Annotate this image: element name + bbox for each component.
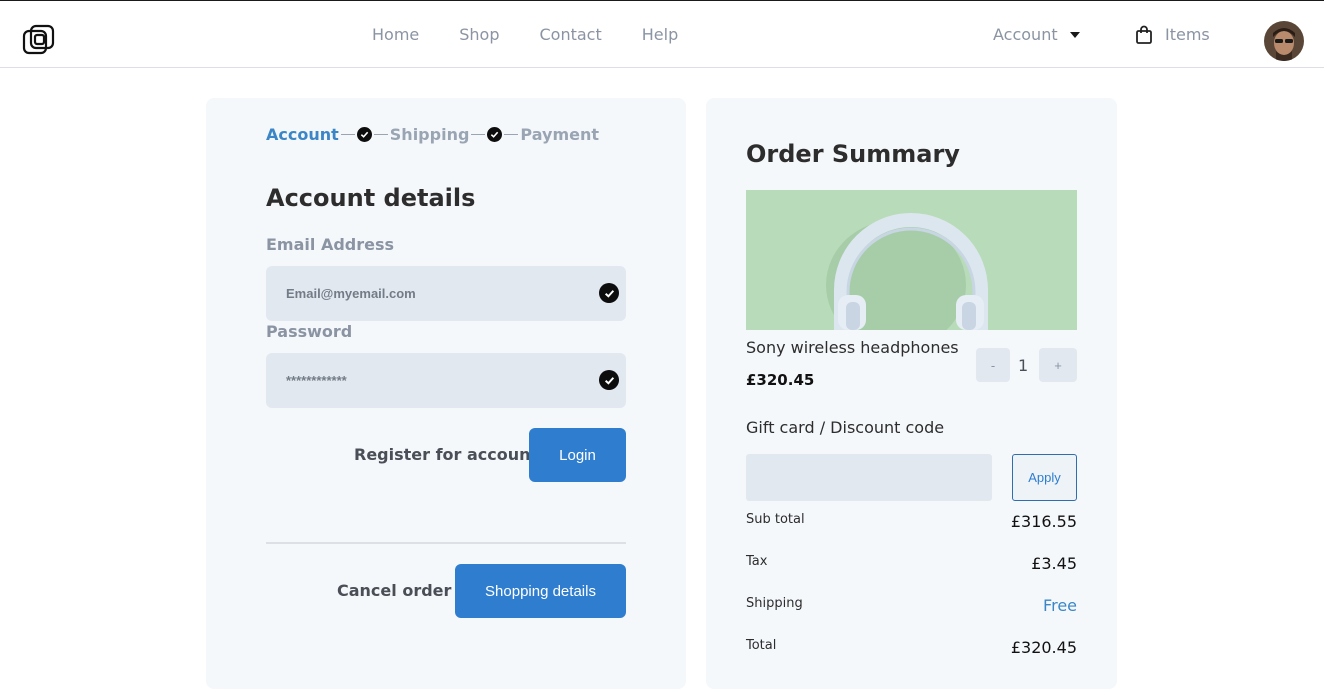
nav-home[interactable]: Home [372, 25, 419, 44]
nav-shop[interactable]: Shop [459, 25, 499, 44]
cart-label: Items [1165, 25, 1210, 44]
account-menu-label: Account [993, 25, 1058, 44]
shopping-details-button[interactable]: Shopping details [455, 564, 626, 618]
quantity-value: 1 [1018, 356, 1029, 375]
email-value: Email@myemail.com [286, 286, 416, 301]
checkout-steps: Account Shipping Payment [266, 125, 599, 144]
nav-help[interactable]: Help [642, 25, 678, 44]
apply-button[interactable]: Apply [1012, 454, 1077, 501]
brand-logo-icon[interactable] [22, 23, 56, 57]
order-summary-panel: Order Summary Sony wireless headphones £… [706, 98, 1117, 689]
order-summary-heading: Order Summary [746, 140, 960, 168]
gift-card-label: Gift card / Discount code [746, 418, 945, 437]
tax-value: £3.45 [1031, 554, 1077, 573]
check-icon [599, 370, 619, 390]
quantity-increase-button[interactable]: + [1039, 348, 1077, 382]
email-field[interactable]: Email@myemail.com [266, 266, 626, 321]
step-connector [340, 134, 355, 135]
cancel-order-link[interactable]: Cancel order [337, 581, 451, 600]
total-label: Total [746, 638, 777, 653]
password-label: Password [266, 322, 353, 341]
step-shipping[interactable]: Shipping [390, 125, 470, 144]
total-value: £320.45 [1010, 638, 1077, 657]
register-link[interactable]: Register for account [354, 445, 538, 464]
password-value: ************ [286, 373, 347, 388]
step-connector [373, 134, 388, 135]
check-icon [356, 127, 372, 142]
step-account[interactable]: Account [266, 125, 339, 144]
step-payment[interactable]: Payment [520, 125, 599, 144]
step-connector [504, 134, 519, 135]
caret-down-icon [1069, 31, 1080, 38]
account-panel: Account Shipping Payment Account details… [206, 98, 686, 689]
nav-contact[interactable]: Contact [540, 25, 602, 44]
shipping-value: Free [1043, 596, 1077, 615]
check-icon [487, 127, 503, 142]
quantity-decrease-button[interactable]: - [976, 348, 1010, 382]
subtotal-value: £316.55 [1010, 512, 1077, 531]
shipping-label: Shipping [746, 596, 803, 611]
account-details-heading: Account details [266, 184, 476, 212]
email-label: Email Address [266, 235, 395, 254]
subtotal-label: Sub total [746, 512, 805, 527]
cart-button[interactable]: Items [1135, 1, 1210, 68]
shopping-bag-icon [1136, 25, 1152, 44]
main-nav: Home Shop Contact Help [372, 1, 678, 68]
top-nav-bar: Home Shop Contact Help Account Items [0, 1, 1324, 68]
user-avatar[interactable] [1264, 21, 1304, 61]
discount-code-input[interactable] [746, 454, 992, 501]
divider [266, 542, 626, 544]
check-icon [599, 283, 619, 303]
product-price: £320.45 [746, 371, 815, 389]
login-button[interactable]: Login [529, 428, 626, 482]
product-name: Sony wireless headphones [746, 338, 959, 357]
product-image [746, 190, 1077, 330]
account-menu[interactable]: Account [993, 1, 1080, 68]
password-field[interactable]: ************ [266, 353, 626, 408]
step-connector [471, 134, 486, 135]
tax-label: Tax [746, 554, 768, 569]
